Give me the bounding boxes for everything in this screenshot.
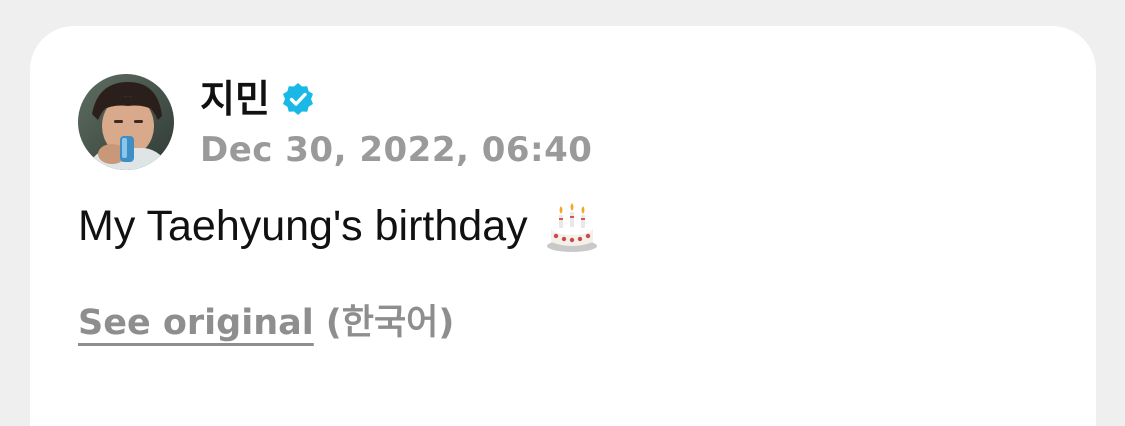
avatar[interactable] <box>78 74 174 170</box>
verified-badge-icon <box>280 81 316 117</box>
see-original-link[interactable]: See original <box>78 303 314 343</box>
translation-row: See original (한국어) <box>78 294 454 345</box>
post-card: 지민 Dec 30, 2022, 06:40 My Taehyung's bir… <box>30 26 1096 426</box>
post-timestamp: Dec 30, 2022, 06:40 <box>200 130 593 170</box>
author-row: 지민 <box>200 74 316 124</box>
avatar-photo <box>78 74 174 170</box>
original-language-label: (한국어) <box>325 303 455 343</box>
post-content: My Taehyung's birthday <box>78 198 600 254</box>
cake-with-candles-icon <box>544 198 600 254</box>
post-text: My Taehyung's birthday <box>78 201 528 250</box>
author-name[interactable]: 지민 <box>200 80 270 118</box>
